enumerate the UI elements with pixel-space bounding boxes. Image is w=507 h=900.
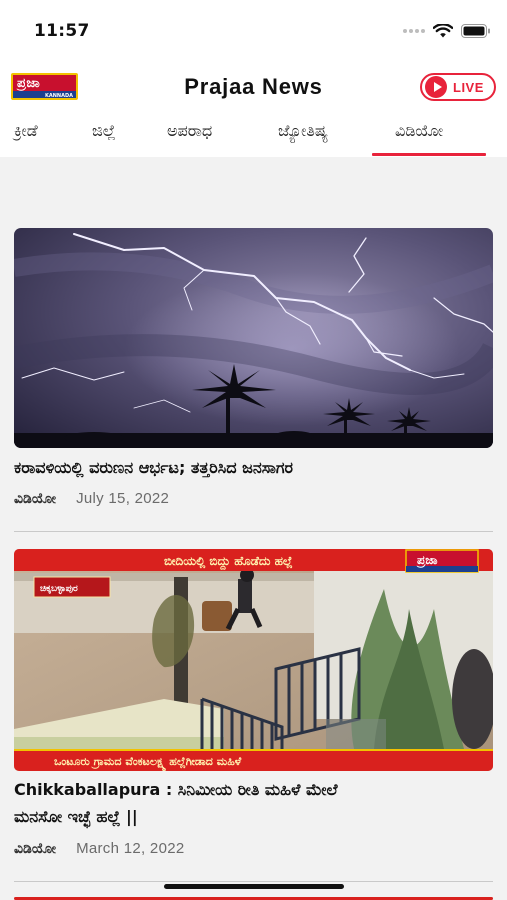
article-thumbnail[interactable] [14,228,493,448]
status-bar: 11:57 [0,0,507,60]
article-meta: ವಿಡಿಯೋ July 15, 2022 [14,490,169,507]
article-title[interactable]: ಕರಾವಳಿಯಲ್ಲಿ ವರುಣನ ಆರ್ಭಟ; ತತ್ತರಿಸಿದ ಜನಸಾಗ… [14,454,494,481]
tab-sports[interactable]: ಕ್ರೀಡೆ [14,121,38,141]
article-title[interactable]: Chikkaballapura : ಸಿನಿಮೀಯ ರೀತಿ ಮಹಿಳೆ ಮೇಲ… [14,776,494,830]
app-header: ಪ್ರಜಾ KANNADA Prajaa News LIVE [0,62,507,112]
active-tab-indicator [372,153,486,156]
status-icons [403,24,491,38]
card-divider [14,531,493,532]
status-time: 11:57 [34,21,90,41]
article-date: March 12, 2022 [76,840,185,857]
article-thumbnail[interactable]: ಬೀದಿಯಲ್ಲಿ ಬಿದ್ದು ಹೊಡೆದು ಹಲ್ಲೆ ಪ್ರಜಾ ಚಿಕ್… [14,549,493,771]
card-divider [14,881,493,882]
article-date: July 15, 2022 [76,490,170,507]
article-title-line: ಮನಸೋ ಇಚ್ಛೆ ಹಲ್ಲೆ || [14,807,138,826]
cellular-signal-icon [403,29,425,33]
cctv-footage-image: ಬೀದಿಯಲ್ಲಿ ಬಿದ್ದು ಹೊಡೆದು ಹಲ್ಲೆ ಪ್ರಜಾ ಚಿಕ್… [14,549,493,771]
article-meta: ವಿಡಿಯೋ March 12, 2022 [14,840,185,857]
home-indicator[interactable] [164,884,344,889]
tab-crime[interactable]: ಅಪರಾಧ [167,121,212,141]
category-tab-bar: ಕ್ರೀಡೆ ಜಿಲ್ಲೆ ಅಪರಾಧ ಜ್ಯೋತಿಷ್ಯ ವಿಡಿಯೋ [0,112,507,156]
live-label: LIVE [453,79,484,95]
lightning-storm-image [14,228,493,448]
article-category: ವಿಡಿಯೋ [14,841,57,857]
article-title-line: Chikkaballapura : ಸಿನಿಮೀಯ ರೀತಿ ಮಹಿಳೆ ಮೇಲ… [14,780,338,799]
article-category: ವಿಡಿಯೋ [14,491,57,507]
location-tag-text: ಚಿಕ್ಕಬಳ್ಳಾಪುರ [40,584,78,596]
play-icon [425,76,447,98]
tab-astrology[interactable]: ಜ್ಯೋತಿಷ್ಯ [278,121,328,141]
channel-logo-text: ಪ್ರಜಾ [416,553,438,568]
wifi-icon [433,24,453,38]
live-button[interactable]: LIVE [420,73,496,101]
battery-icon [461,24,490,38]
tab-video[interactable]: ವಿಡಿಯೋ [395,121,443,141]
tab-district[interactable]: ಜಿಲ್ಲೆ [92,121,116,141]
news-list[interactable]: ಕರಾವಳಿಯಲ್ಲಿ ವರುಣನ ಆರ್ಭಟ; ತತ್ತರಿಸಿದ ಜನಸಾಗ… [0,157,507,900]
